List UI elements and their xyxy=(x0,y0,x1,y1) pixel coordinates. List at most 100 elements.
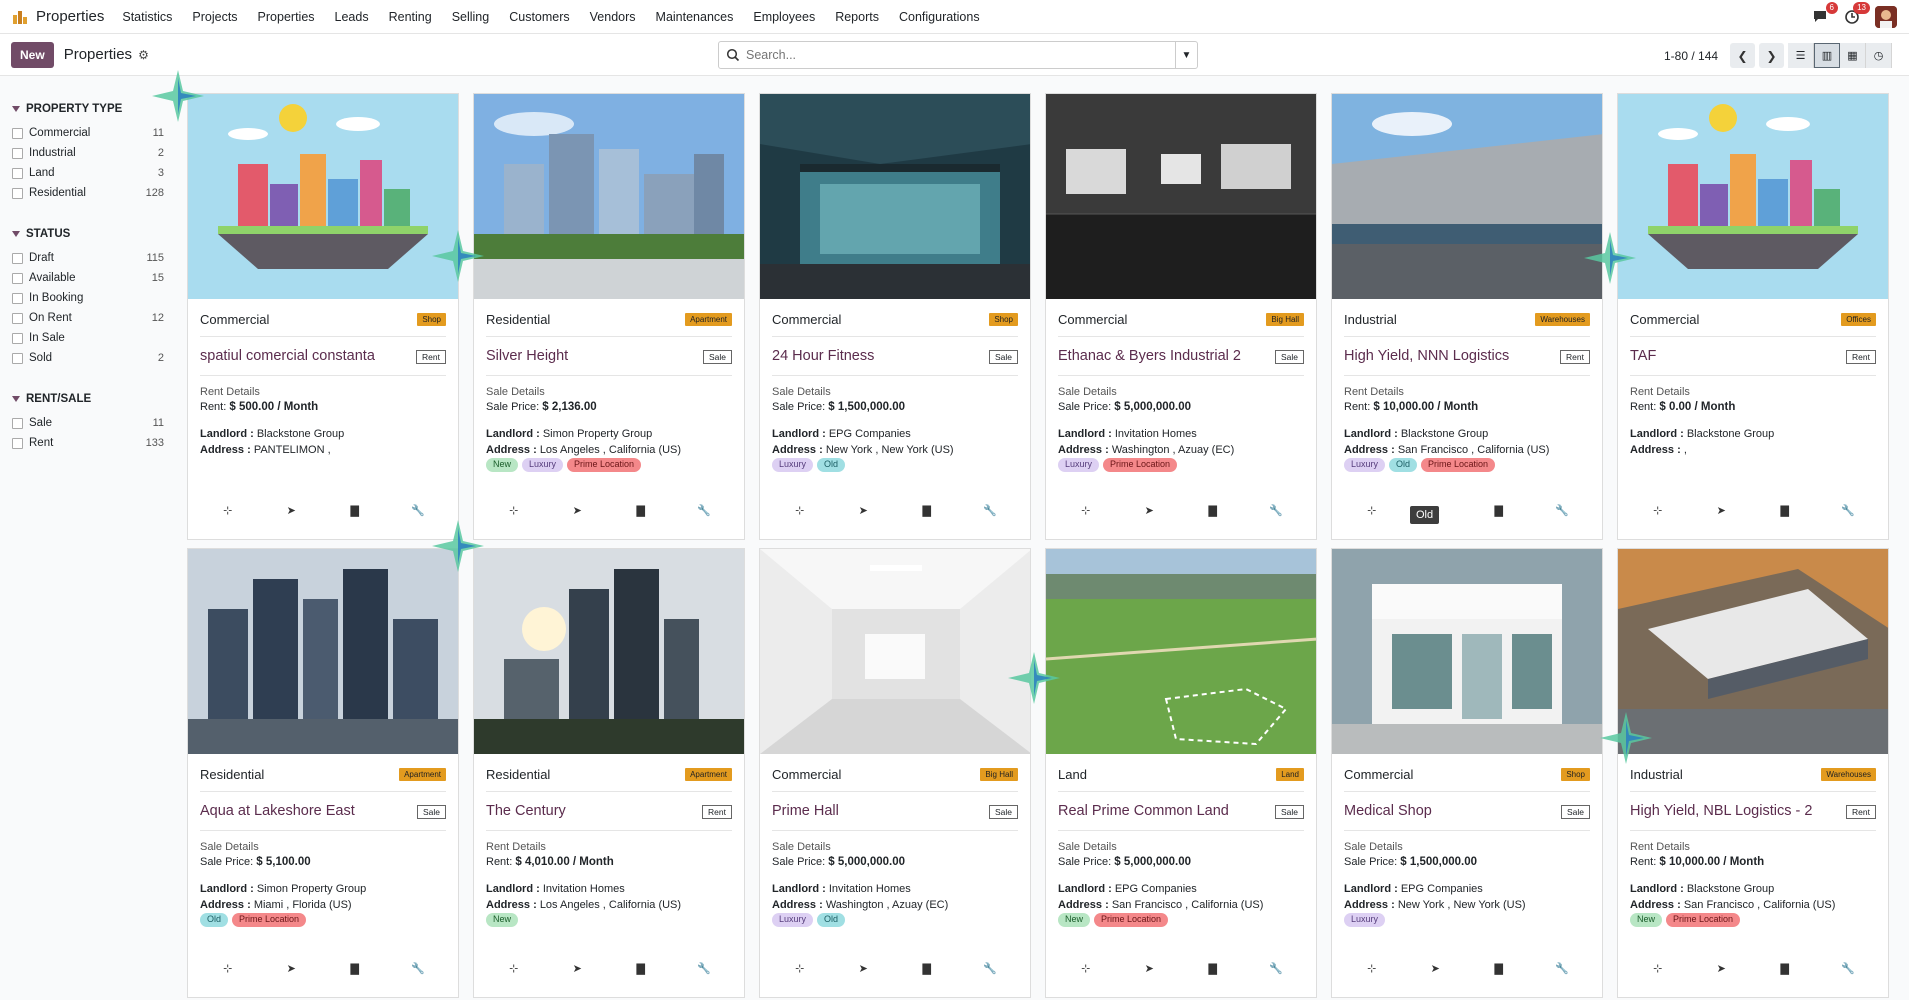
kanban-view-button[interactable]: ▥ xyxy=(1814,43,1840,68)
list-view-button[interactable]: ☰ xyxy=(1788,43,1814,68)
tag-luxury[interactable]: Luxury xyxy=(1058,458,1100,472)
tag-luxury[interactable]: Luxury xyxy=(772,913,814,927)
facet-checkbox[interactable] xyxy=(12,312,23,324)
sitemap-icon[interactable]: ⊹ xyxy=(1078,962,1094,975)
wrench-icon[interactable]: 🔧 xyxy=(696,504,712,517)
property-card[interactable]: Land Land Real Prime Common Land Sale Sa… xyxy=(1045,548,1317,998)
wrench-icon[interactable]: 🔧 xyxy=(982,962,998,975)
menu-item-customers[interactable]: Customers xyxy=(509,10,569,24)
menu-item-projects[interactable]: Projects xyxy=(192,10,237,24)
tag-prime[interactable]: Prime Location xyxy=(232,913,307,927)
location-arrow-icon[interactable]: ➤ xyxy=(855,962,871,975)
sitemap-icon[interactable]: ⊹ xyxy=(220,962,236,975)
facet-option[interactable]: Commercial 11 xyxy=(12,123,164,143)
property-card[interactable]: Commercial Big Hall Prime Hall Sale Sale… xyxy=(759,548,1031,998)
wrench-icon[interactable]: 🔧 xyxy=(1268,504,1284,517)
menu-item-selling[interactable]: Selling xyxy=(452,10,490,24)
property-title[interactable]: 24 Hour Fitness xyxy=(772,347,874,365)
gear-icon[interactable]: ⚙ xyxy=(138,48,149,62)
facet-checkbox[interactable] xyxy=(12,252,23,264)
menu-item-leads[interactable]: Leads xyxy=(335,10,369,24)
property-card[interactable]: Commercial Offices TAF Rent Rent Details… xyxy=(1617,93,1889,540)
pager-next-button[interactable]: ❯ xyxy=(1759,43,1785,68)
menu-item-configurations[interactable]: Configurations xyxy=(899,10,980,24)
property-title[interactable]: Prime Hall xyxy=(772,802,839,820)
tag-prime[interactable]: Prime Location xyxy=(1103,458,1178,472)
location-arrow-icon[interactable]: ➤ xyxy=(1141,962,1157,975)
property-image-wrapper[interactable] xyxy=(188,549,458,754)
tag-new[interactable]: New xyxy=(1058,913,1091,927)
location-arrow-icon[interactable]: ➤ xyxy=(283,962,299,975)
user-avatar[interactable] xyxy=(1875,5,1897,28)
tag-luxury[interactable]: Luxury xyxy=(522,458,564,472)
property-card[interactable]: Residential Apartment Aqua at Lakeshore … xyxy=(187,548,459,998)
sitemap-icon[interactable]: ⊹ xyxy=(506,504,522,517)
file-icon[interactable]: ▇ xyxy=(919,962,935,975)
calendar-view-button[interactable]: ▦ xyxy=(1840,43,1866,68)
tag-new[interactable]: New xyxy=(486,458,519,472)
new-button[interactable]: New xyxy=(11,41,54,68)
property-image-wrapper[interactable] xyxy=(1618,94,1888,299)
facet-option[interactable]: Sale 11 xyxy=(12,413,164,433)
location-arrow-icon[interactable]: ➤ xyxy=(855,504,871,517)
facet-option[interactable]: In Booking xyxy=(12,288,164,308)
file-icon[interactable]: ▇ xyxy=(1491,504,1507,517)
file-icon[interactable]: ▇ xyxy=(1777,504,1793,517)
property-title[interactable]: High Yield, NBL Logistics - 2 xyxy=(1630,802,1812,820)
property-image-wrapper[interactable] xyxy=(474,94,744,299)
tag-luxury[interactable]: Luxury xyxy=(772,458,814,472)
facet-option[interactable]: On Rent 12 xyxy=(12,308,164,328)
sitemap-icon[interactable]: ⊹ xyxy=(1650,504,1666,517)
facet-checkbox[interactable] xyxy=(12,147,23,159)
location-arrow-icon[interactable]: ➤ xyxy=(283,504,299,517)
sitemap-icon[interactable]: ⊹ xyxy=(792,962,808,975)
facet-checkbox[interactable] xyxy=(12,167,23,179)
facet-option[interactable]: In Sale xyxy=(12,328,164,348)
property-card[interactable]: Commercial Big Hall Ethanac & Byers Indu… xyxy=(1045,93,1317,540)
property-title[interactable]: Real Prime Common Land xyxy=(1058,802,1229,820)
tag-prime[interactable]: Prime Location xyxy=(1421,458,1496,472)
property-card[interactable]: Residential Apartment The Century Rent R… xyxy=(473,548,745,998)
property-title[interactable]: Medical Shop xyxy=(1344,802,1432,820)
pager-previous-button[interactable]: ❮ xyxy=(1730,43,1756,68)
wrench-icon[interactable]: 🔧 xyxy=(1554,504,1570,517)
wrench-icon[interactable]: 🔧 xyxy=(1554,962,1570,975)
property-title[interactable]: Silver Height xyxy=(486,347,568,365)
sitemap-icon[interactable]: ⊹ xyxy=(1650,962,1666,975)
tag-luxury[interactable]: Luxury xyxy=(1344,913,1386,927)
tag-prime[interactable]: Prime Location xyxy=(1094,913,1169,927)
property-card[interactable]: Commercial Shop Medical Shop Sale Sale D… xyxy=(1331,548,1603,998)
file-icon[interactable]: ▇ xyxy=(919,504,935,517)
property-image-wrapper[interactable] xyxy=(1332,549,1602,754)
property-image-wrapper[interactable] xyxy=(1618,549,1888,754)
sitemap-icon[interactable]: ⊹ xyxy=(1078,504,1094,517)
property-card[interactable]: Commercial Shop spatiul comercial consta… xyxy=(187,93,459,540)
activity-clock-icon[interactable]: 13 xyxy=(1843,1,1870,26)
location-arrow-icon[interactable]: ➤ xyxy=(1713,962,1729,975)
facet-option[interactable]: Rent 133 xyxy=(12,433,164,453)
property-title[interactable]: spatiul comercial constanta xyxy=(200,347,375,365)
sitemap-icon[interactable]: ⊹ xyxy=(792,504,808,517)
sitemap-icon[interactable]: ⊹ xyxy=(1364,504,1380,517)
sitemap-icon[interactable]: ⊹ xyxy=(506,962,522,975)
sitemap-icon[interactable]: ⊹ xyxy=(1364,962,1380,975)
facet-option[interactable]: Residential 128 xyxy=(12,183,164,203)
location-arrow-icon[interactable]: ➤ xyxy=(1427,962,1443,975)
menu-item-statistics[interactable]: Statistics xyxy=(122,10,172,24)
facet-checkbox[interactable] xyxy=(12,417,23,429)
property-card[interactable]: Industrial Warehouses High Yield, NNN Lo… xyxy=(1331,93,1603,540)
property-card[interactable]: Residential Apartment Silver Height Sale… xyxy=(473,93,745,540)
facet-option[interactable]: Available 15 xyxy=(12,268,164,288)
facet-option[interactable]: Industrial 2 xyxy=(12,143,164,163)
tag-new[interactable]: New xyxy=(1630,913,1663,927)
property-title[interactable]: Aqua at Lakeshore East xyxy=(200,802,355,820)
menu-item-employees[interactable]: Employees xyxy=(753,10,815,24)
wrench-icon[interactable]: 🔧 xyxy=(982,504,998,517)
file-icon[interactable]: ▇ xyxy=(1777,962,1793,975)
facet-checkbox[interactable] xyxy=(12,272,23,284)
activity-view-button[interactable]: ◷ xyxy=(1866,43,1892,68)
chat-icon[interactable]: 6 xyxy=(1811,1,1838,26)
property-image-wrapper[interactable] xyxy=(474,549,744,754)
facet-checkbox[interactable] xyxy=(12,332,23,344)
pager-value[interactable]: 1-80 / 144 xyxy=(1664,49,1718,63)
